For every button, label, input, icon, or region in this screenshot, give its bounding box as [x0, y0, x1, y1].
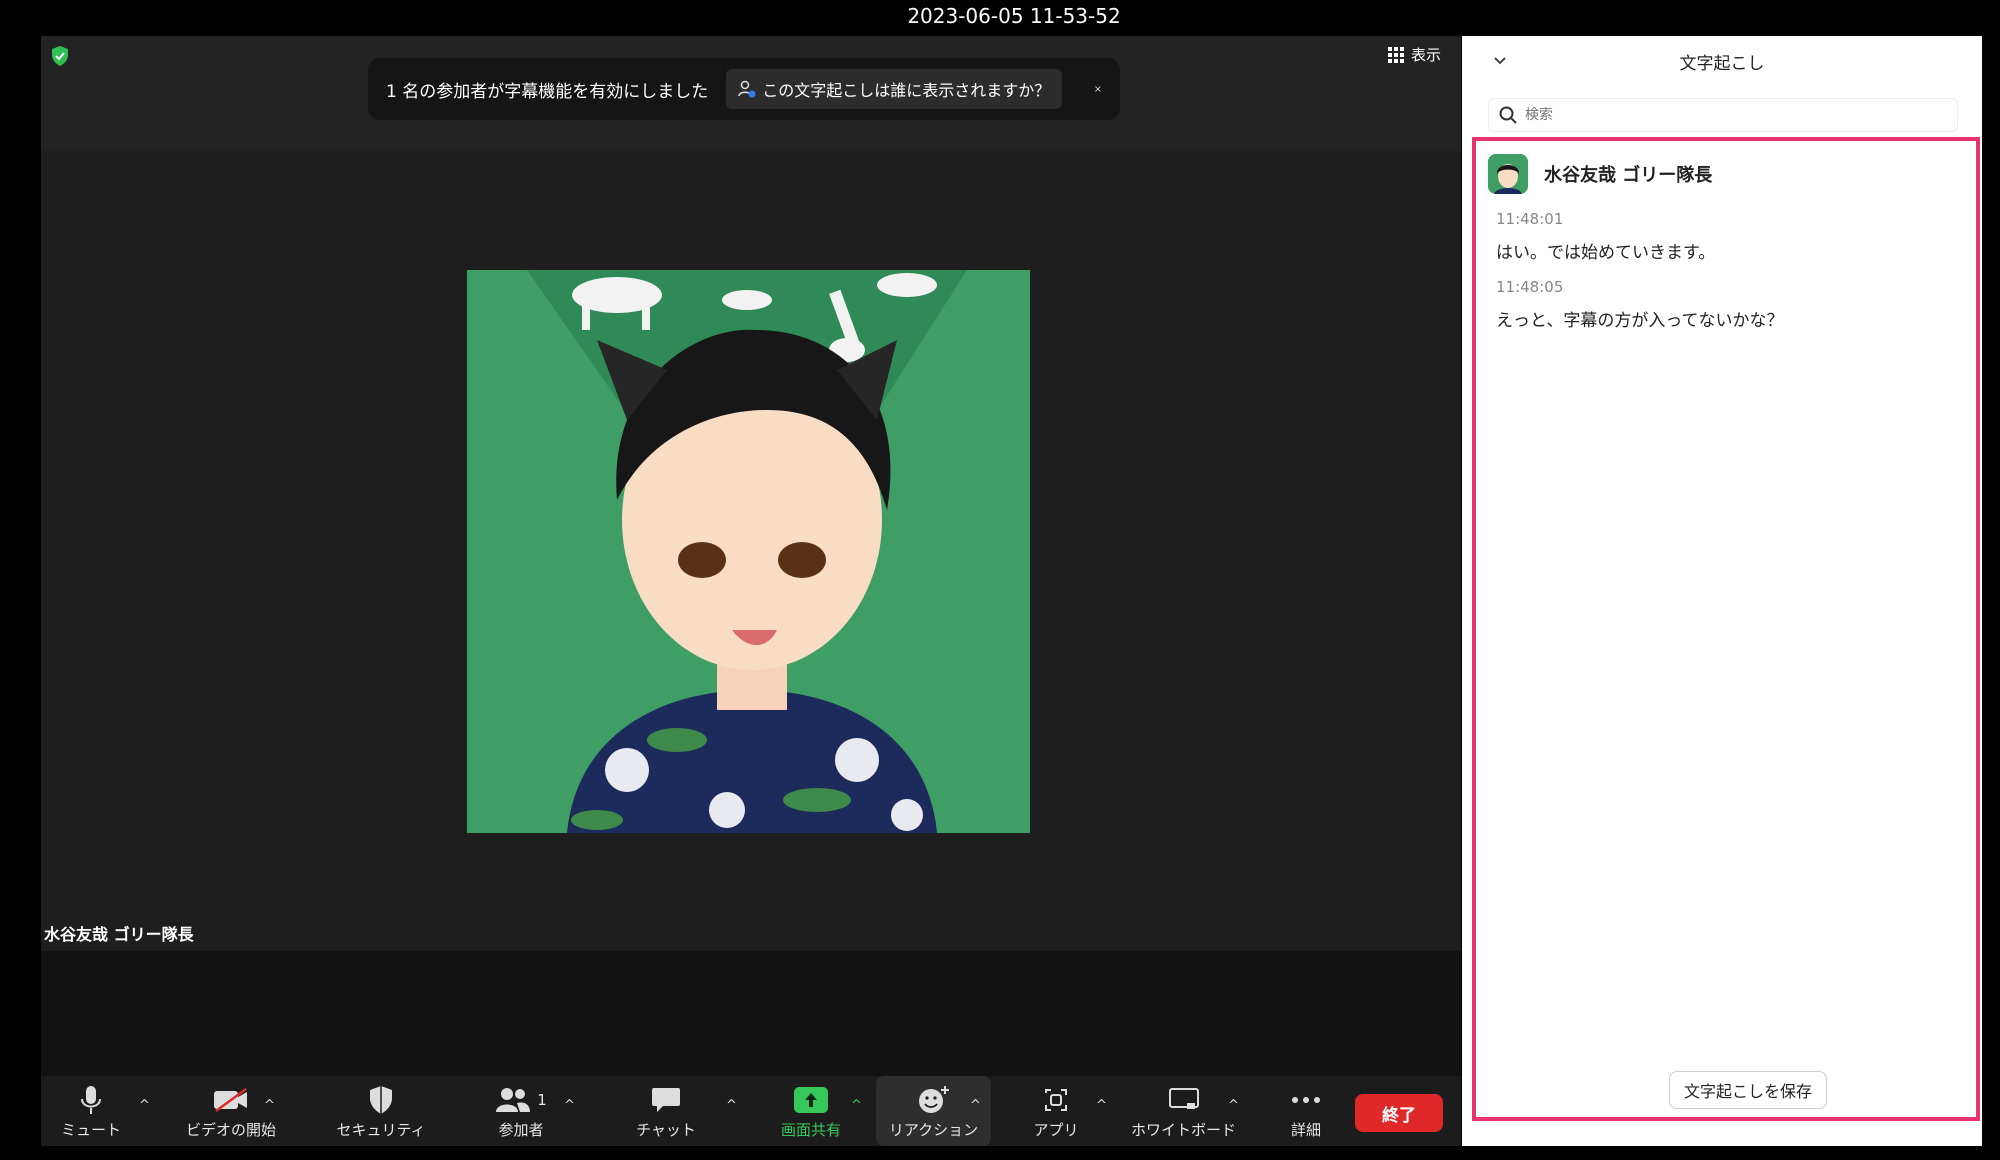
share-screen-button[interactable]: 画面共有: [766, 1076, 856, 1146]
security-button[interactable]: セキュリティ: [326, 1076, 436, 1146]
video-off-icon: [214, 1087, 247, 1112]
chat-button[interactable]: チャット: [621, 1076, 711, 1146]
transcript-entry-text: はい。では始めていきます。: [1496, 243, 1716, 263]
video-stage: 水谷友哉 ゴリー隊長: [41, 151, 1461, 951]
transcript-visibility-link-label: この文字起こしは誰に表示されますか？: [762, 81, 1051, 100]
close-icon[interactable]: [1094, 78, 1102, 100]
emoji-plus-icon: [918, 1085, 949, 1113]
caption-notice-text: 1 名の参加者が字幕機能を有効にしました: [386, 81, 709, 102]
mute-label: ミュート: [60, 1120, 121, 1139]
meeting-area: 表示 1 名の参加者が字幕機能を有効にしました この文字起こしは誰に表示されます…: [41, 36, 1461, 1146]
share-options-chevron-icon[interactable]: ^: [851, 1098, 862, 1113]
video-options-chevron-icon[interactable]: ^: [264, 1098, 275, 1113]
avatar-illustration: [467, 270, 1030, 833]
whiteboard-button[interactable]: ホワイトボード: [1126, 1076, 1241, 1146]
window-timestamp: 2023-06-05 11-53-52: [907, 4, 1121, 28]
end-meeting-button[interactable]: 終了: [1355, 1094, 1443, 1132]
chat-options-chevron-icon[interactable]: ^: [726, 1098, 737, 1113]
participants-count: 1: [537, 1090, 547, 1109]
transcript-entry-text: えっと、字幕の方が入ってないかな？: [1496, 311, 1784, 331]
microphone-icon: [81, 1085, 101, 1114]
chat-bubble-icon: [652, 1087, 680, 1112]
person-info-icon: [738, 80, 756, 98]
chevron-down-icon[interactable]: [1492, 52, 1508, 68]
more-label: 詳細: [1290, 1120, 1321, 1139]
apps-label: アプリ: [1033, 1120, 1079, 1139]
whiteboard-icon: [1168, 1087, 1199, 1109]
participants-label: 参加者: [498, 1120, 544, 1139]
share-screen-icon: [794, 1086, 828, 1113]
more-button[interactable]: 詳細: [1266, 1076, 1346, 1146]
mute-button[interactable]: ミュート: [51, 1076, 131, 1146]
start-video-label: ビデオの開始: [185, 1120, 276, 1139]
mute-options-chevron-icon[interactable]: ^: [139, 1098, 150, 1113]
participants-options-chevron-icon[interactable]: ^: [564, 1098, 575, 1113]
transcript-panel: 文字起こし 水谷友哉 ゴリー隊長 11:48:01 はい。では始めていきます。 …: [1462, 36, 1982, 1146]
transcript-entry-time: 11:48:05: [1496, 278, 1564, 296]
participant-video-tile[interactable]: [467, 270, 1030, 833]
speaker-avatar: [1488, 154, 1528, 194]
whiteboard-options-chevron-icon[interactable]: ^: [1228, 1098, 1239, 1113]
transcript-search-input[interactable]: [1525, 107, 1945, 123]
view-button[interactable]: 表示: [1387, 44, 1441, 65]
caption-notice-banner: 1 名の参加者が字幕機能を有効にしました この文字起こしは誰に表示されますか？: [368, 58, 1120, 120]
encryption-shield-icon[interactable]: [50, 45, 70, 67]
transcript-panel-header: 文字起こし: [1462, 36, 1982, 86]
meeting-top-bar: 表示 1 名の参加者が字幕機能を有効にしました この文字起こしは誰に表示されます…: [41, 36, 1461, 151]
avatar-thumbnail-icon: [1488, 154, 1528, 194]
apps-icon: [1045, 1088, 1067, 1111]
reaction-label: リアクション: [888, 1120, 979, 1139]
whiteboard-label: ホワイトボード: [1130, 1120, 1236, 1139]
filmstrip-area: [41, 951, 1461, 1076]
participant-name-tag: 水谷友哉 ゴリー隊長: [44, 925, 194, 944]
security-label: セキュリティ: [336, 1120, 426, 1139]
save-transcript-button[interactable]: 文字起こしを保存: [1669, 1071, 1827, 1109]
transcript-panel-title: 文字起こし: [1679, 53, 1765, 74]
search-icon: [1499, 106, 1517, 124]
transcript-visibility-link[interactable]: この文字起こしは誰に表示されますか？: [726, 69, 1063, 109]
speaker-name: 水谷友哉 ゴリー隊長: [1544, 165, 1713, 186]
security-shield-icon: [370, 1085, 392, 1114]
apps-options-chevron-icon[interactable]: ^: [1096, 1098, 1107, 1113]
transcript-speaker-row: 水谷友哉 ゴリー隊長: [1488, 154, 1712, 194]
share-screen-label: 画面共有: [780, 1120, 841, 1139]
meeting-toolbar: ミュート ^ ビデオの開始 ^ セキュリティ 1 参加者 ^ チャット ^ 画面…: [41, 1076, 1461, 1146]
grid-icon: [1387, 46, 1404, 63]
apps-button[interactable]: アプリ: [1016, 1076, 1096, 1146]
transcript-entry-time: 11:48:01: [1496, 210, 1564, 228]
transcript-search-box[interactable]: [1488, 98, 1958, 132]
view-button-label: 表示: [1410, 46, 1441, 64]
app-window: 2023-06-05 11-53-52 表示 1 名の参加者が字幕機能を有効にし…: [0, 0, 2000, 1160]
participants-button[interactable]: 1 参加者: [481, 1076, 561, 1146]
reaction-options-chevron-icon[interactable]: ^: [970, 1098, 981, 1113]
chat-label: チャット: [636, 1120, 696, 1139]
participants-icon: [496, 1087, 531, 1112]
more-dots-icon: [1292, 1096, 1320, 1103]
